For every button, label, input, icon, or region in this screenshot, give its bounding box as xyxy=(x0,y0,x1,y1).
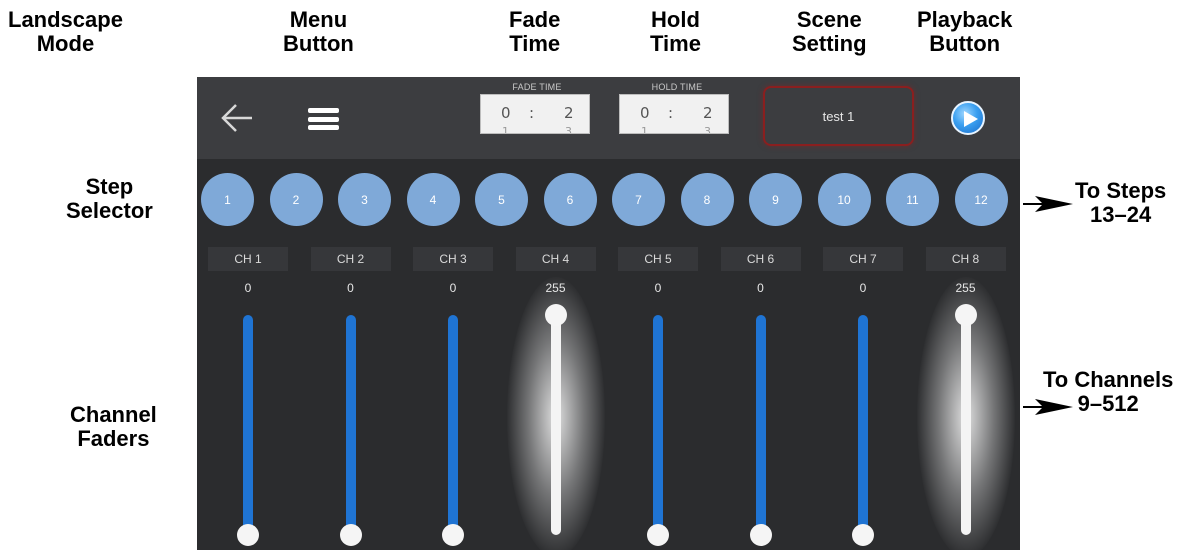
callout-text: Fade xyxy=(509,7,561,32)
fade-seconds: 2 xyxy=(564,104,574,122)
channel-value: 0 xyxy=(859,281,867,295)
step-button[interactable]: 9 xyxy=(749,173,802,226)
app-screen: FADE TIME 0 : 2 1 3 HOLD TIME 0 : 2 1 3 … xyxy=(197,77,1020,550)
channel-label: CH 6 xyxy=(720,247,801,271)
callout-text: Button xyxy=(283,31,354,56)
callout-text: Channel xyxy=(70,402,157,427)
fader-track[interactable] xyxy=(755,315,766,535)
step-button[interactable]: 10 xyxy=(817,173,871,226)
callout-text: Faders xyxy=(77,426,150,451)
callout-text: Time xyxy=(509,31,561,56)
scene-name-field[interactable]: test 1 xyxy=(763,86,914,146)
callout-text: To Steps xyxy=(1075,178,1167,203)
callout-text: Time xyxy=(650,31,701,56)
fader-knob[interactable] xyxy=(749,524,772,546)
callout-menu-button: Menu Button xyxy=(283,8,354,56)
top-bar: FADE TIME 0 : 2 1 3 HOLD TIME 0 : 2 1 3 … xyxy=(197,77,1020,159)
callout-text: Mode xyxy=(36,31,95,56)
hold-next-minutes: 1 xyxy=(641,125,648,134)
hold-seconds: 2 xyxy=(703,104,713,122)
fader-knob[interactable] xyxy=(954,304,977,326)
step-button[interactable]: 8 xyxy=(680,173,734,226)
fader-track[interactable] xyxy=(345,315,356,535)
callout-text: Landscape xyxy=(8,7,123,32)
fader-knob[interactable] xyxy=(339,524,362,546)
fader-track[interactable] xyxy=(448,315,458,535)
fade-next-minutes: 1 xyxy=(502,125,509,134)
callout-text: Button xyxy=(929,31,1001,56)
fader-knob[interactable] xyxy=(544,304,567,326)
channel-label: CH 2 xyxy=(310,247,391,271)
scene-name: test 1 xyxy=(822,108,855,124)
channel-value: 0 xyxy=(244,281,252,295)
fader-track[interactable] xyxy=(960,315,971,535)
hold-minutes: 0 xyxy=(640,104,650,122)
channel-label: CH 4 xyxy=(515,247,596,271)
callout-channel-faders: Channel Faders xyxy=(70,403,157,451)
channel-label: CH 1 xyxy=(208,247,288,271)
step-button[interactable]: 7 xyxy=(612,173,665,226)
arrow-right-icon xyxy=(1023,399,1073,415)
hold-separator: : xyxy=(668,104,674,122)
channel-value: 0 xyxy=(449,281,457,295)
hold-time-label: HOLD TIME xyxy=(651,82,703,92)
fader-track[interactable] xyxy=(550,315,561,535)
callout-scene-setting: Scene Setting xyxy=(792,8,867,56)
callout-text: Menu xyxy=(289,7,348,32)
callout-text: Scene xyxy=(796,7,862,32)
step-button[interactable]: 4 xyxy=(406,173,460,226)
callout-to-steps: To Steps 13–24 xyxy=(1075,179,1166,227)
step-button[interactable]: 11 xyxy=(886,173,939,226)
callout-playback-button: Playback Button xyxy=(917,8,1012,56)
fader-knob[interactable] xyxy=(237,524,259,546)
channel-label: CH 3 xyxy=(413,247,493,271)
channel-value: 255 xyxy=(545,281,566,295)
channel-value: 0 xyxy=(757,281,764,295)
fade-minutes: 0 xyxy=(501,104,511,122)
hold-next-seconds: 3 xyxy=(704,125,711,134)
callout-text: Playback xyxy=(917,7,1013,32)
callout-step-selector: Step Selector xyxy=(66,175,153,223)
step-button[interactable]: 3 xyxy=(338,173,391,226)
fader-knob[interactable] xyxy=(442,524,464,546)
channel-label: CH 8 xyxy=(925,247,1006,271)
channel-value: 0 xyxy=(347,281,354,295)
fader-track[interactable] xyxy=(653,315,663,535)
callout-text: 13–24 xyxy=(1090,202,1152,227)
fade-time-label: FADE TIME xyxy=(512,82,562,92)
fade-next-seconds: 3 xyxy=(565,125,572,134)
fader-knob[interactable] xyxy=(852,524,874,546)
channel-value: 0 xyxy=(654,281,662,295)
fade-time-picker[interactable]: 0 : 2 1 3 xyxy=(480,94,590,134)
step-button[interactable]: 1 xyxy=(201,173,254,226)
step-button[interactable]: 6 xyxy=(543,173,597,226)
callout-hold-time: Hold Time xyxy=(650,8,701,56)
callout-landscape-mode: Landscape Mode xyxy=(8,8,123,56)
callout-text: To Channels xyxy=(1043,367,1174,392)
step-button[interactable]: 12 xyxy=(954,173,1008,226)
callout-text: Setting xyxy=(792,31,867,56)
channel-label: CH 7 xyxy=(823,247,903,271)
callout-text: Step xyxy=(85,174,134,199)
hamburger-menu-icon[interactable] xyxy=(308,108,339,130)
step-button[interactable]: 2 xyxy=(269,173,323,226)
channel-value: 255 xyxy=(955,281,976,295)
arrow-right-icon xyxy=(1023,196,1073,212)
arrow-left-icon[interactable] xyxy=(220,103,254,133)
fade-separator: : xyxy=(529,104,535,122)
hold-time-picker[interactable]: 0 : 2 1 3 xyxy=(619,94,729,134)
callout-text: Hold xyxy=(651,7,700,32)
play-icon[interactable] xyxy=(951,101,985,135)
fader-track[interactable] xyxy=(243,315,253,535)
step-button[interactable]: 5 xyxy=(475,173,528,226)
fader-track[interactable] xyxy=(858,315,868,535)
fader-knob[interactable] xyxy=(647,524,669,546)
callout-text: Selector xyxy=(66,198,153,223)
callout-fade-time: Fade Time xyxy=(509,8,560,56)
channel-label: CH 5 xyxy=(618,247,698,271)
